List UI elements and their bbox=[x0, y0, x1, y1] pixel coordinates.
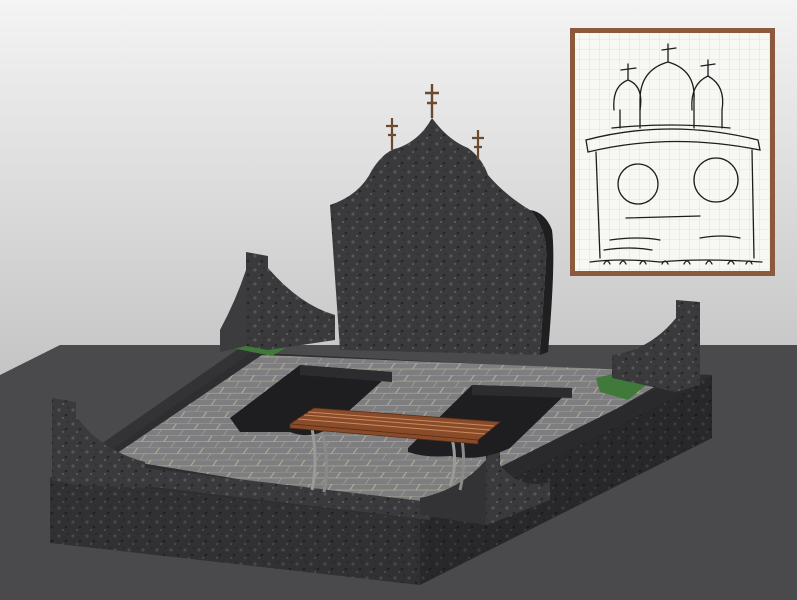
sketch-inset bbox=[570, 28, 775, 276]
memorial-scene bbox=[0, 0, 797, 600]
sketch-paper bbox=[575, 33, 770, 271]
